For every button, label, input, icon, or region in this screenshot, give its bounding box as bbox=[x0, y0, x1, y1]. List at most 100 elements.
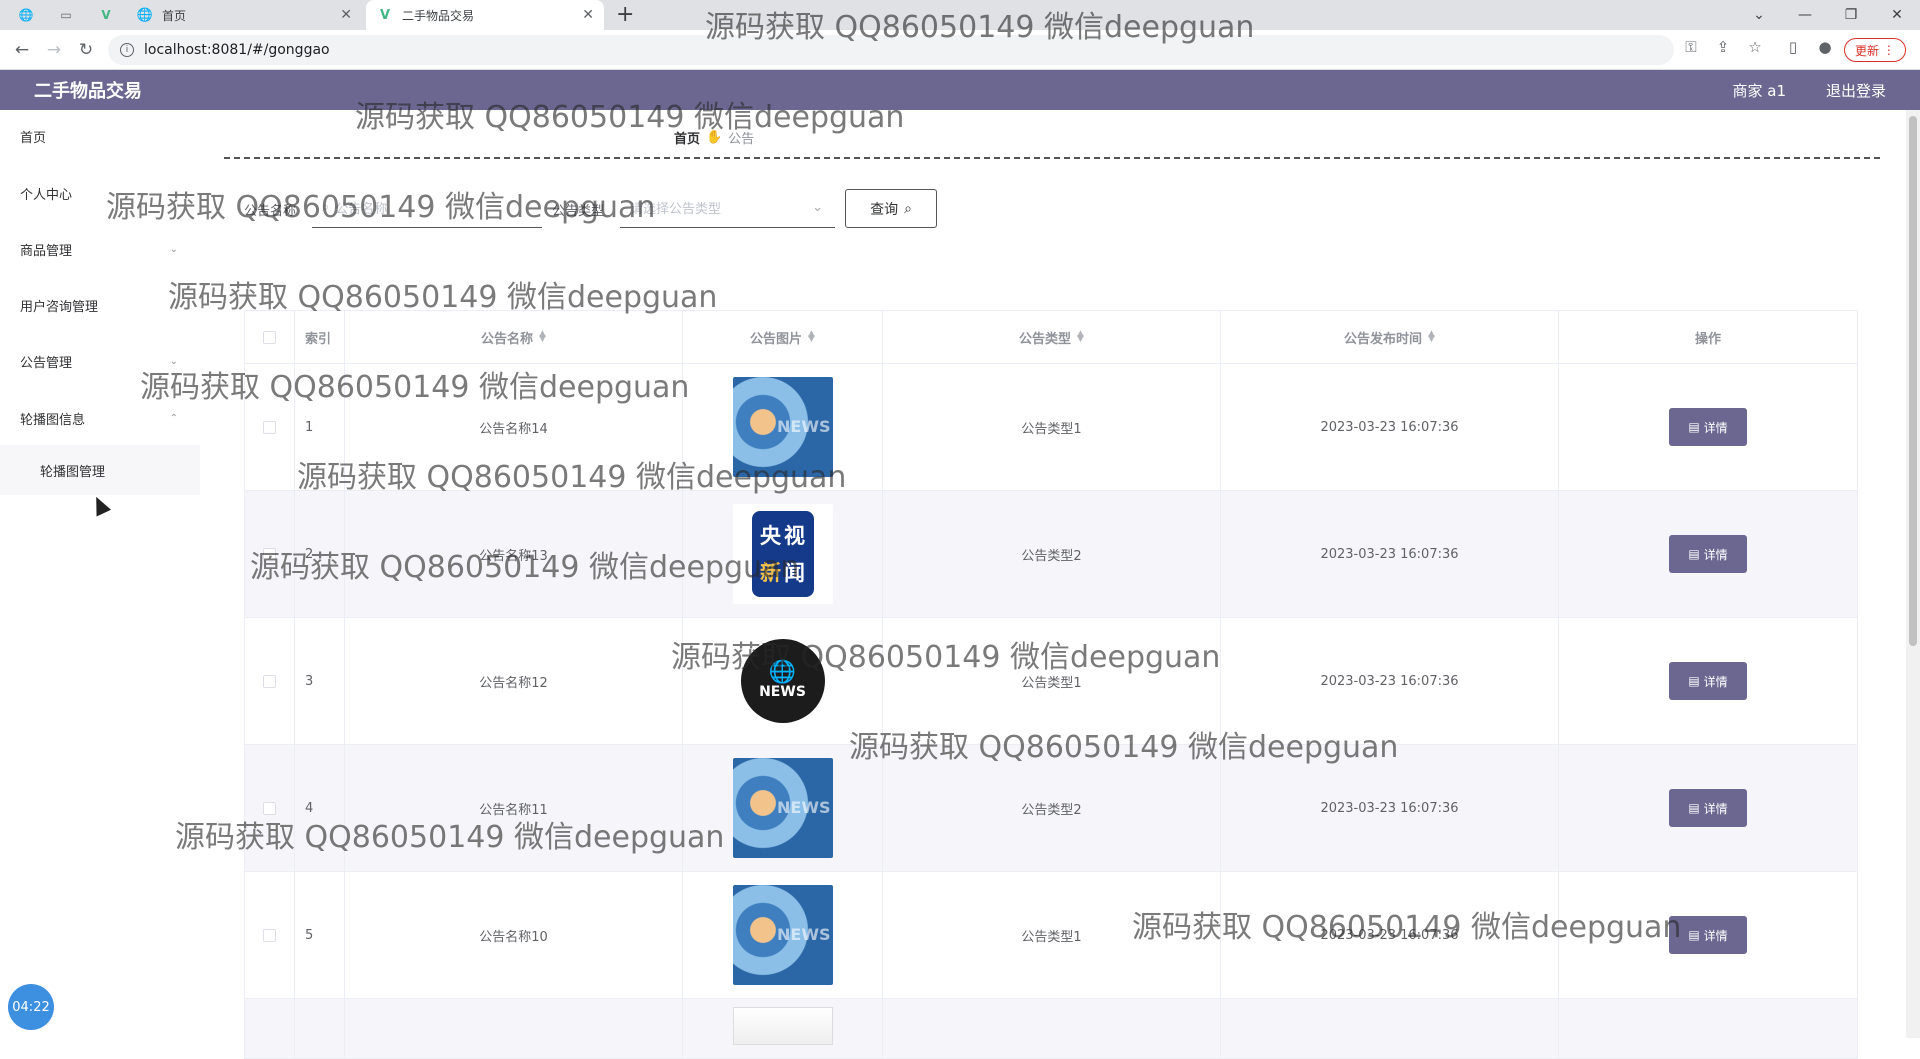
search-button[interactable]: 查询 ⌕ bbox=[845, 189, 937, 228]
row-time bbox=[1221, 999, 1559, 1058]
document-icon: ▤ bbox=[1688, 801, 1700, 815]
tab-title: 二手物品交易 bbox=[402, 8, 475, 23]
document-icon: ▤ bbox=[1688, 674, 1700, 688]
row-select-cell bbox=[245, 999, 295, 1058]
scrollbar-thumb[interactable] bbox=[1909, 116, 1917, 646]
minimize-icon[interactable]: — bbox=[1782, 0, 1828, 30]
detail-label: 详情 bbox=[1703, 547, 1728, 562]
sidebar-item-label: 商品管理 bbox=[20, 243, 73, 259]
restore-icon[interactable]: ❐ bbox=[1828, 0, 1874, 30]
row-checkbox[interactable] bbox=[263, 674, 276, 688]
chevron-down-icon: ⌄ bbox=[169, 355, 178, 367]
globe-icon[interactable]: 🌐 bbox=[14, 5, 38, 25]
forward-icon[interactable]: → bbox=[42, 38, 66, 62]
sort-icon[interactable]: ▲ ▼ bbox=[539, 330, 546, 344]
document-icon: ▤ bbox=[1688, 420, 1700, 434]
row-index: 1 bbox=[295, 364, 345, 490]
breadcrumb-home[interactable]: 首页 bbox=[674, 128, 700, 147]
row-image-cell bbox=[683, 999, 883, 1058]
row-select-cell bbox=[245, 745, 295, 871]
column-header[interactable]: 公告名称 ▲ ▼ bbox=[345, 311, 683, 363]
row-index: 4 bbox=[295, 745, 345, 871]
row-checkbox[interactable] bbox=[263, 928, 276, 942]
row-checkbox[interactable] bbox=[263, 420, 276, 434]
sidebar-item-carousel[interactable]: 轮播图信息 ⌃ bbox=[0, 393, 200, 443]
key-icon[interactable]: ⚿ bbox=[1680, 38, 1702, 56]
tab-active[interactable]: V 二手物品交易 ✕ bbox=[366, 0, 604, 30]
sidebar-item-goods[interactable]: 商品管理 ⌄ bbox=[0, 224, 200, 274]
news-thumbnail: NEWS bbox=[732, 758, 833, 858]
logout-button[interactable]: 退出登录 bbox=[1826, 80, 1886, 101]
row-checkbox[interactable] bbox=[263, 801, 276, 815]
notice-name-input[interactable]: ⌕ 公告名称 bbox=[312, 188, 542, 228]
blank-tab-icon[interactable]: ▭ bbox=[54, 5, 78, 25]
sidebar-item-label: 用户咨询管理 bbox=[20, 299, 99, 315]
tab-home[interactable]: 🌐 首页 ✕ bbox=[126, 0, 362, 30]
row-index bbox=[295, 999, 345, 1058]
globe-icon: 🌐 bbox=[136, 7, 154, 23]
reload-icon[interactable]: ↻ bbox=[74, 38, 98, 62]
detail-button[interactable]: ▤ 详情 bbox=[1669, 662, 1747, 700]
share-icon[interactable]: ⇪ bbox=[1712, 38, 1734, 56]
detail-button[interactable]: ▤ 详情 bbox=[1669, 535, 1747, 573]
row-select-cell bbox=[245, 618, 295, 744]
info-icon[interactable]: i bbox=[120, 43, 134, 57]
detail-button[interactable]: ▤ 详情 bbox=[1669, 789, 1747, 827]
row-time: 2023-03-23 16:07:36 bbox=[1221, 364, 1559, 490]
row-action-cell bbox=[1559, 999, 1857, 1058]
star-icon[interactable]: ☆ bbox=[1744, 38, 1766, 56]
row-type: 公告类型1 bbox=[883, 872, 1221, 998]
back-icon[interactable]: ← bbox=[10, 38, 34, 62]
close-icon[interactable]: ✕ bbox=[340, 7, 352, 23]
sidebar-item-notice[interactable]: 公告管理 ⌄ bbox=[0, 336, 200, 386]
document-icon: ▤ bbox=[1688, 547, 1700, 561]
floating-clock[interactable]: 04:22 bbox=[8, 984, 54, 1030]
sidebar-item-label: 首页 bbox=[20, 130, 47, 146]
table-row bbox=[245, 999, 1857, 1059]
sort-icon[interactable]: ▲ ▼ bbox=[1077, 330, 1084, 344]
chevron-down-icon: ⌄ bbox=[169, 243, 178, 255]
table-row: 4 公告名称11 NEWS 公告类型2 2023-03-23 16:07:36 … bbox=[245, 745, 1857, 872]
row-type: 公告类型1 bbox=[883, 618, 1221, 744]
divider bbox=[224, 157, 1880, 159]
update-button[interactable]: 更新 ⋮ bbox=[1844, 38, 1906, 62]
row-index: 2 bbox=[295, 491, 345, 617]
detail-button[interactable]: ▤ 详情 bbox=[1669, 916, 1747, 954]
sidepanel-icon[interactable]: ▯ bbox=[1782, 38, 1804, 56]
new-tab-button[interactable]: + bbox=[616, 2, 634, 27]
notice-type-select[interactable]: 请选择公告类型 ⌄ bbox=[620, 188, 835, 228]
vue-icon[interactable]: V bbox=[94, 5, 118, 25]
row-action-cell: ▤ 详情 bbox=[1559, 872, 1857, 998]
close-window-icon[interactable]: ✕ bbox=[1874, 0, 1920, 30]
row-name: 公告名称13 bbox=[345, 491, 683, 617]
row-type: 公告类型2 bbox=[883, 491, 1221, 617]
row-name: 公告名称14 bbox=[345, 364, 683, 490]
app-title: 二手物品交易 bbox=[34, 81, 142, 102]
news-thumbnail: NEWS bbox=[732, 377, 833, 477]
chevron-down-icon[interactable]: ⌄ bbox=[1736, 0, 1782, 30]
column-header[interactable]: 公告图片 ▲ ▼ bbox=[683, 311, 883, 363]
url-input[interactable]: i localhost:8081/#/gonggao bbox=[108, 35, 1674, 65]
notice-type-label: 公告类型 bbox=[552, 204, 605, 219]
row-image-cell: 央视新闻 bbox=[683, 491, 883, 617]
sidebar-subitem-carousel-manage[interactable]: 轮播图管理 bbox=[0, 445, 200, 495]
sort-icon[interactable]: ▲ ▼ bbox=[808, 330, 815, 344]
table-row: 3 公告名称12 🌐 NEWS 公告类型1 2023-03-23 16:07:36… bbox=[245, 618, 1857, 745]
column-header[interactable]: 公告类型 ▲ ▼ bbox=[883, 311, 1221, 363]
sidebar-item-consult[interactable]: 用户咨询管理 bbox=[0, 280, 200, 330]
row-image-cell: NEWS bbox=[683, 872, 883, 998]
sidebar-item-personal[interactable]: 个人中心 bbox=[0, 168, 200, 218]
row-checkbox[interactable] bbox=[263, 547, 276, 561]
row-index: 3 bbox=[295, 618, 345, 744]
profile-icon[interactable]: ● bbox=[1814, 38, 1836, 56]
row-index: 5 bbox=[295, 872, 345, 998]
table-row: 2 公告名称13 央视新闻 公告类型2 2023-03-23 16:07:36 … bbox=[245, 491, 1857, 618]
page-scrollbar[interactable] bbox=[1906, 110, 1920, 1038]
select-all-checkbox[interactable] bbox=[263, 330, 276, 344]
sidebar-item-home[interactable]: 首页 bbox=[0, 111, 200, 161]
row-action-cell: ▤ 详情 bbox=[1559, 491, 1857, 617]
close-icon[interactable]: ✕ bbox=[582, 7, 594, 23]
column-header[interactable]: 公告发布时间 ▲ ▼ bbox=[1221, 311, 1559, 363]
sort-icon[interactable]: ▲ ▼ bbox=[1428, 330, 1435, 344]
detail-button[interactable]: ▤ 详情 bbox=[1669, 408, 1747, 446]
